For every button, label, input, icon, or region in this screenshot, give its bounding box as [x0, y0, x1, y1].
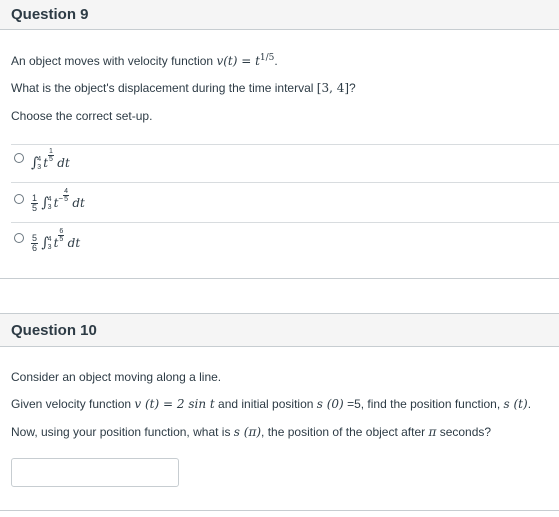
q9-prompt-line3: Choose the correct set-up.	[11, 109, 153, 123]
exponent-fraction: 65	[58, 228, 65, 243]
option-3-label[interactable]: 56 ∫4 3 t 6 5 dt	[31, 228, 80, 253]
upper-limit: 4	[47, 195, 52, 203]
exponent-numerator: 6	[58, 228, 65, 236]
integral-limits: 43	[37, 156, 41, 172]
q9-interval-math: [3, 4]	[316, 81, 350, 95]
q10-line3-text: Now, using your position function, what …	[11, 425, 234, 439]
exponent-denominator: 5	[59, 236, 64, 243]
q10-line2-text: and initial position	[214, 397, 317, 411]
coef-denominator: 6	[32, 243, 38, 254]
q9-line2-end: ?	[349, 81, 356, 95]
coefficient-fraction: 56	[31, 234, 39, 254]
upper-limit: 4	[37, 155, 42, 163]
question-10-header: Question 10	[0, 313, 559, 347]
q9-prompt-line1: An object moves with velocity function v…	[11, 53, 278, 68]
option-2-label[interactable]: 15 ∫4 3 t− 4 5 dt	[31, 188, 85, 213]
upper-limit: 4	[47, 235, 52, 243]
integral-limits: 43	[48, 196, 52, 212]
q9-velocity-expr: v(t) = t	[216, 54, 260, 68]
question-separator	[0, 278, 559, 279]
q10-prompt-line3: Now, using your position function, what …	[11, 425, 491, 439]
question-9-header: Question 9	[0, 0, 559, 30]
differential: dt	[57, 156, 70, 170]
q9-prompt-line2: What is the object's displacement during…	[11, 81, 356, 95]
q10-line2-end: .	[527, 397, 532, 411]
q10-line2-text: Given velocity function	[11, 397, 135, 411]
q10-position-function-math: s (t)	[503, 397, 528, 411]
differential: dt	[67, 236, 81, 250]
integral-limits: 43	[48, 236, 52, 252]
q10-velocity-math: v (t) = 2 sin t	[134, 397, 215, 411]
q9-line1-text: An object moves with velocity function	[11, 54, 217, 68]
exponent-denominator: 5	[49, 156, 53, 163]
lower-limit: 3	[37, 163, 42, 171]
coef-denominator: 5	[32, 203, 38, 214]
q10-line3-text: , the position of the object after	[261, 425, 429, 439]
exponent-fraction: 45	[63, 188, 69, 203]
q10-line2-text: =5, find the position function,	[343, 397, 504, 411]
divider	[11, 222, 559, 223]
differential: dt	[72, 196, 85, 210]
q10-s-of-pi-math: s (π)	[233, 425, 262, 439]
bottom-divider	[0, 510, 559, 511]
coefficient-fraction: 15	[31, 194, 39, 214]
exponent-denominator: 5	[64, 196, 68, 203]
lower-limit: 3	[47, 203, 52, 211]
option-2-radio[interactable]	[14, 194, 24, 204]
question-9-title: Question 9	[11, 6, 89, 23]
option-3-radio[interactable]	[14, 233, 24, 243]
exponent-numerator: 4	[63, 188, 69, 196]
q9-velocity-math: v(t) = t1/5	[216, 53, 275, 68]
exponent-numerator: 1	[48, 148, 54, 156]
q10-initial-position-math: s (0)	[316, 397, 344, 411]
answer-input[interactable]	[11, 458, 179, 487]
option-1-radio[interactable]	[14, 153, 24, 163]
q9-line1-end: .	[274, 54, 278, 68]
q10-prompt-line2: Given velocity function v (t) = 2 sin t …	[11, 397, 531, 411]
lower-limit: 3	[47, 243, 52, 251]
question-10-title: Question 10	[11, 322, 97, 339]
option-1-label[interactable]: ∫4 3 t 1 5 dt	[31, 148, 70, 172]
divider	[11, 144, 559, 145]
divider	[11, 182, 559, 183]
q9-velocity-exponent: 1/5	[259, 53, 275, 63]
exponent-fraction: 15	[48, 148, 54, 163]
q10-prompt-line1: Consider an object moving along a line.	[11, 370, 222, 384]
q9-line2-text: What is the object's displacement during…	[11, 81, 317, 95]
q10-line3-end: seconds?	[436, 425, 492, 439]
